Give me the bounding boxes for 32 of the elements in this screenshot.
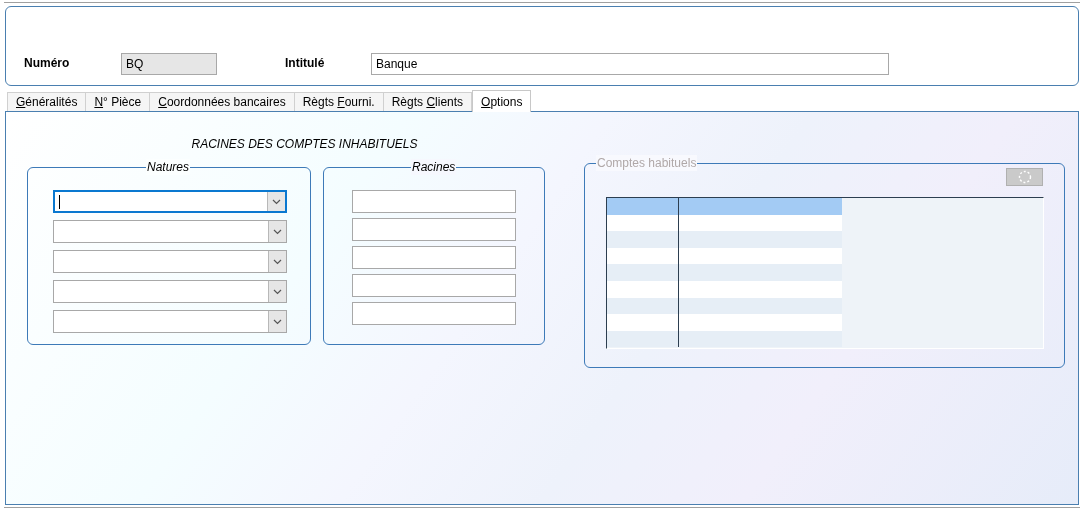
numero-field[interactable]: BQ (121, 53, 217, 75)
tab[interactable]: Options (472, 90, 532, 112)
tab[interactable]: Généralités (7, 92, 87, 111)
field-label: Intitulé (285, 55, 326, 72)
spinner-icon (1016, 170, 1033, 184)
chevron-down-icon (273, 258, 282, 265)
refresh-button[interactable] (1006, 168, 1043, 186)
chevron-down-icon (272, 198, 281, 205)
tab[interactable]: Règts Fourni. (293, 92, 384, 111)
racine-field[interactable] (352, 274, 516, 297)
field-label: Numéro (24, 55, 71, 72)
text-cursor-icon (59, 194, 60, 209)
nature-combobox[interactable] (53, 310, 287, 333)
tab[interactable]: Règts Clients (382, 92, 473, 111)
nature-combobox[interactable] (53, 250, 287, 273)
chevron-down-icon (273, 228, 282, 235)
intitule-field[interactable]: Banque (371, 53, 889, 75)
chevron-down-icon (273, 318, 282, 325)
tab[interactable]: N° Pièce (85, 92, 151, 111)
nature-combobox[interactable] (53, 190, 287, 213)
nature-combobox[interactable] (53, 220, 287, 243)
racine-field[interactable] (352, 246, 516, 269)
nature-combobox[interactable] (53, 280, 287, 303)
group-legend: Natures (146, 159, 191, 175)
section-title: RACINES DES COMPTES INHABITUELS (191, 136, 418, 153)
chevron-down-icon (273, 288, 282, 295)
group-legend: Racines (411, 159, 457, 175)
tab[interactable]: Coordonnées bancaires (149, 92, 295, 111)
racine-field[interactable] (352, 190, 516, 213)
racine-field[interactable] (352, 218, 516, 241)
group-legend: Comptes habituels (596, 155, 698, 171)
racine-field[interactable] (352, 302, 516, 325)
